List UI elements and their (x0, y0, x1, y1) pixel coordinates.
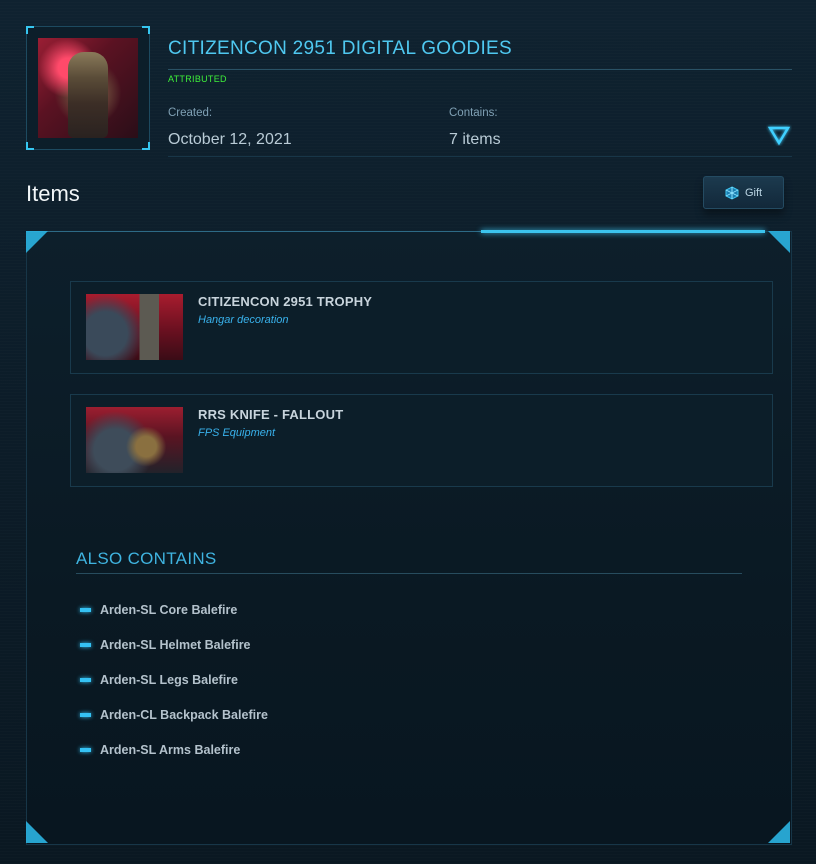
item-thumbnail (86, 294, 183, 360)
contains-value: 7 items (449, 131, 501, 148)
gift-icon (725, 185, 739, 200)
status-badge: ATTRIBUTED (168, 74, 227, 84)
bullet-icon (80, 748, 91, 752)
panel-corner-bl (26, 821, 48, 843)
list-item: Arden-SL Arms Balefire (80, 742, 240, 758)
contains-label: Contains: (449, 107, 498, 119)
created-value: October 12, 2021 (168, 131, 292, 148)
item-type: Hangar decoration (198, 314, 289, 326)
panel-accent-bar (481, 230, 765, 233)
item-title: RRS KNIFE - FALLOUT (198, 407, 344, 422)
title-divider (168, 69, 792, 70)
panel-corner-tl (26, 231, 48, 253)
gift-button[interactable]: Gift (703, 176, 784, 209)
created-label: Created: (168, 107, 213, 119)
item-thumbnail (86, 407, 183, 473)
pledge-title: CITIZENCON 2951 DIGITAL GOODIES (168, 38, 512, 59)
bullet-icon (80, 643, 91, 647)
gift-label: Gift (744, 186, 763, 199)
panel-corner-tr (768, 231, 790, 253)
also-contains-divider (76, 573, 742, 574)
also-contains-heading: ALSO CONTAINS (76, 549, 217, 568)
item-card[interactable]: CITIZENCON 2951 TROPHY Hangar decoration (70, 281, 773, 374)
list-item: Arden-CL Backpack Balefire (80, 707, 268, 723)
list-item: Arden-SL Core Balefire (80, 602, 237, 618)
list-item: Arden-SL Legs Balefire (80, 672, 238, 688)
bullet-icon (80, 713, 91, 717)
bullet-icon (80, 608, 91, 612)
header-divider (168, 156, 792, 157)
item-type: FPS Equipment (198, 427, 276, 439)
pledge-image (38, 38, 138, 138)
chevron-down-icon (767, 126, 791, 146)
item-title: CITIZENCON 2951 TROPHY (198, 294, 373, 309)
list-item: Arden-SL Helmet Balefire (80, 637, 251, 653)
item-card[interactable]: RRS KNIFE - FALLOUT FPS Equipment (70, 394, 773, 487)
panel-corner-br (768, 821, 790, 843)
pledge-thumbnail (26, 26, 150, 150)
pledge-page: CITIZENCON 2951 DIGITAL GOODIES ATTRIBUT… (0, 0, 816, 864)
items-heading: Items (26, 181, 80, 206)
bullet-icon (80, 678, 91, 682)
expand-toggle-button[interactable] (766, 124, 792, 146)
